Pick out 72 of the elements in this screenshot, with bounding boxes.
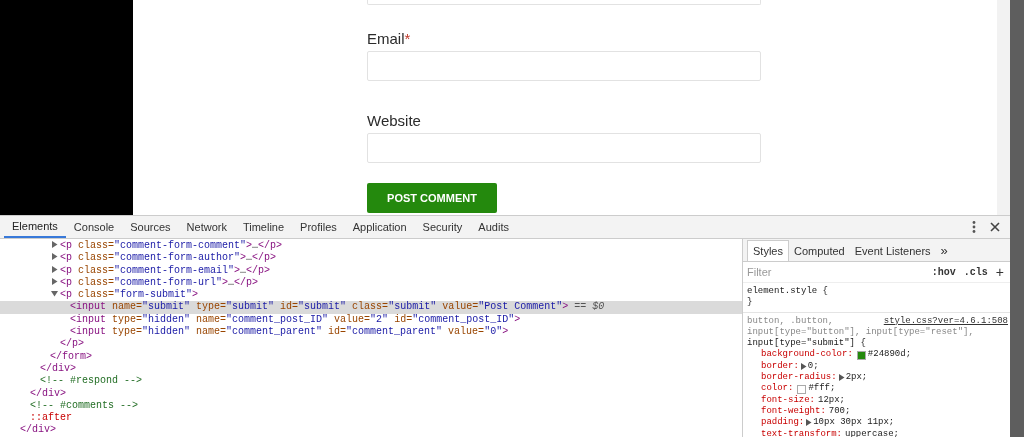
css-value: #fff; [808, 383, 836, 395]
expand-triangle-icon[interactable] [51, 253, 58, 261]
dom-line[interactable]: <p class="comment-form-author">…</p> [0, 252, 742, 265]
dom-line[interactable]: <!-- #comments --> [0, 399, 742, 413]
field-label: Website [367, 111, 422, 130]
color-swatch[interactable] [856, 350, 866, 360]
dom-line[interactable]: ::after [0, 412, 742, 425]
devtools-tab[interactable]: Network [178, 216, 235, 238]
add-rule-button[interactable]: + [995, 264, 1004, 280]
css-value: 0; [807, 360, 819, 372]
devtools-tab[interactable]: Console [65, 216, 123, 238]
devtools-tab[interactable]: Security [414, 216, 471, 238]
dom-line[interactable]: <p class="comment-form-comment">…</p> [0, 240, 742, 253]
more-tabs-button[interactable]: » [935, 241, 953, 261]
dom-line[interactable]: <p class="comment-form-email">…</p> [0, 264, 742, 277]
color-swatch[interactable] [797, 384, 807, 394]
css-value: uppercase; [845, 428, 900, 437]
expand-triangle-icon[interactable] [799, 362, 807, 370]
devtools-tab[interactable]: Sources [122, 216, 179, 238]
dom-line[interactable]: <input type="hidden" name="comment_parent" id="comment_parent" value="0"> [0, 326, 742, 339]
dom-line[interactable]: </div> [0, 424, 742, 437]
css-value: 12px; [818, 394, 846, 406]
css-property: text-transform: [761, 428, 842, 437]
closing-brace: } [747, 297, 753, 309]
expand-triangle-icon[interactable] [51, 290, 58, 298]
dom-line[interactable]: <p class="comment-form-url">…</p> [0, 276, 742, 290]
expand-triangle-icon[interactable] [51, 241, 58, 248]
more-options-icon[interactable] [972, 221, 976, 233]
css-value: 700; [828, 405, 851, 418]
devtools-tab[interactable]: Elements [4, 216, 66, 238]
dom-line[interactable]: </form> [0, 350, 742, 363]
expand-triangle-icon[interactable] [51, 277, 58, 285]
input-field[interactable] [367, 133, 761, 163]
devtools-tab[interactable]: Timeline [234, 216, 293, 238]
input-field[interactable] [367, 51, 761, 81]
filter-field[interactable]: Filter [747, 266, 924, 278]
source-link[interactable]: style.css?ver=4.6.1:508 [883, 315, 1008, 327]
css-selector: element.style { [747, 286, 828, 297]
css-property: font-size: [761, 394, 815, 406]
css-value: 2px; [845, 372, 868, 384]
styles-tab[interactable]: Event Listeners [849, 241, 936, 261]
css-property: background-color: [761, 349, 853, 361]
css-selector: button, .button, [747, 315, 834, 327]
expand-triangle-icon[interactable] [837, 374, 845, 382]
field-label: Email* [367, 29, 412, 48]
dom-line[interactable]: <p class="form-submit"> [0, 289, 742, 302]
devtools-tab[interactable]: Audits [470, 216, 517, 238]
styles-tab[interactable]: Styles [747, 240, 789, 261]
css-property: font-weight: [761, 405, 826, 417]
dom-line[interactable]: </p> [0, 338, 742, 351]
css-property: border: [761, 360, 799, 372]
css-value: 10px 30px 11px; [813, 417, 895, 429]
post-comment-button[interactable]: POST COMMENT [367, 183, 497, 213]
close-icon[interactable] [990, 222, 1000, 232]
dom-line[interactable]: </div> [0, 387, 742, 400]
css-property: border-radius: [761, 372, 837, 383]
css-selector: input[type="button"], input[type="reset"], [747, 326, 974, 338]
dom-line[interactable]: <input type="hidden" name="comment_post_ID" value="2" id="comment_post_ID"> [0, 313, 742, 327]
css-property: color: [761, 383, 794, 395]
hover-state-toggle[interactable]: :hov [931, 266, 956, 278]
devtools-tab[interactable]: Profiles [292, 216, 345, 238]
class-toggle[interactable]: .cls [963, 266, 988, 278]
styles-tab[interactable]: Computed [788, 241, 850, 261]
expand-triangle-icon[interactable] [805, 419, 813, 427]
css-property: padding: [761, 417, 805, 429]
css-selector: input[type="submit"] { [747, 338, 866, 349]
input-field[interactable] [367, 0, 761, 5]
css-value: #24890d; [867, 349, 912, 361]
dom-line[interactable]: <!-- #respond --> [0, 375, 742, 388]
dom-line[interactable]: </div> [0, 362, 742, 376]
devtools-tab[interactable]: Application [344, 216, 415, 238]
expand-triangle-icon[interactable] [51, 265, 58, 273]
